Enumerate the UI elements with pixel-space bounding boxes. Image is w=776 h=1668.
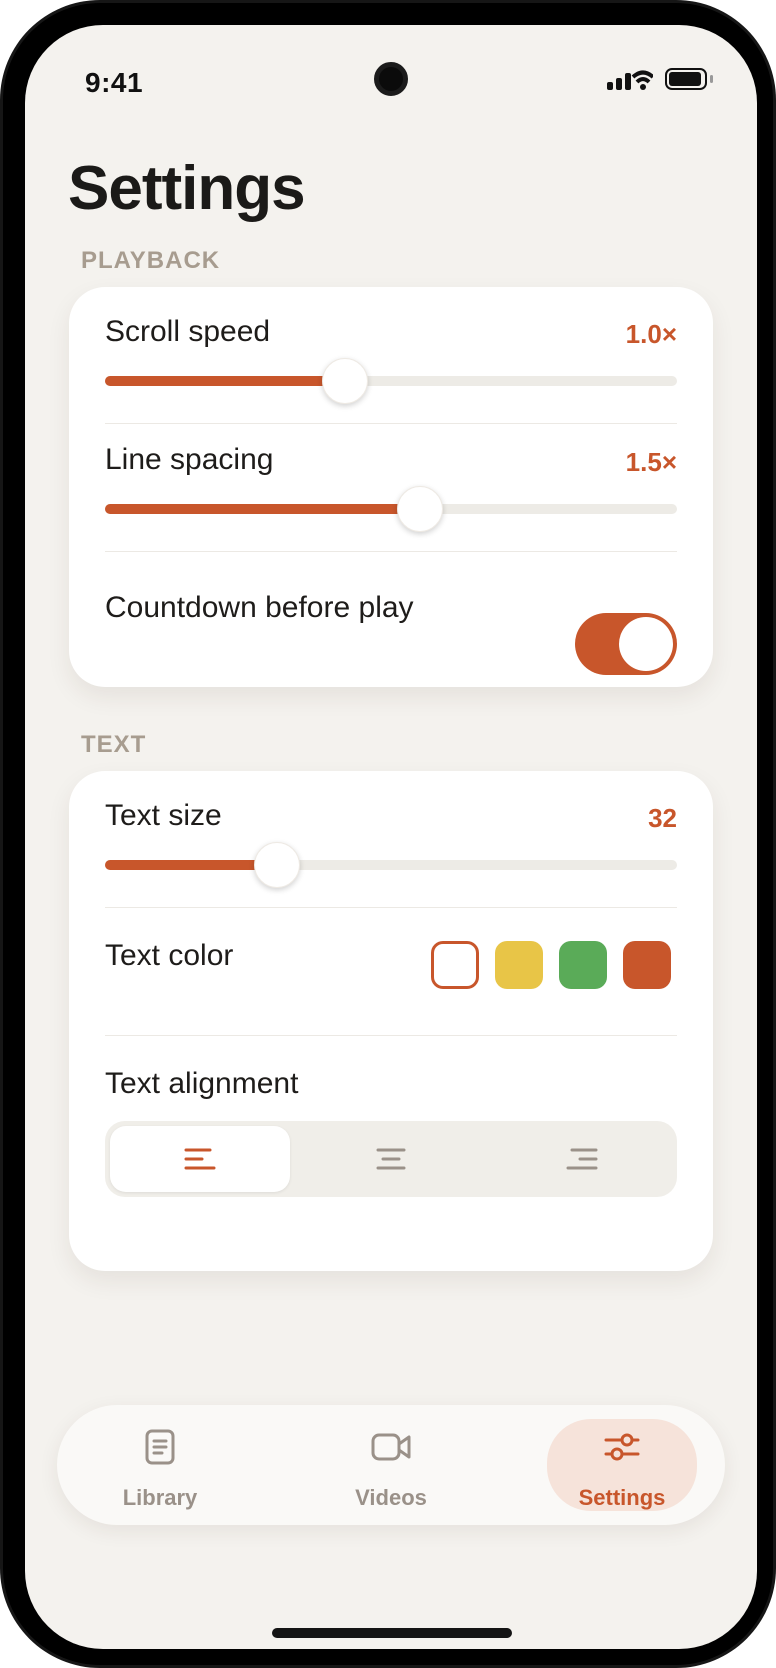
countdown-toggle[interactable] [575,613,677,675]
signal-icon [607,70,653,90]
video-camera-icon [371,1433,411,1461]
slider-fill [105,504,420,514]
color-swatch-green[interactable] [559,941,607,989]
device-frame: 9:41 Settings PLAYBACK Scroll speed 1.0×… [0,0,776,1668]
home-indicator [272,1628,512,1638]
slider-thumb[interactable] [322,358,369,404]
sliders-icon [604,1433,640,1461]
playback-card: Scroll speed 1.0× Line spacing 1.5× Coun… [69,287,713,687]
status-time: 9:41 [85,67,144,98]
tab-label: Settings [578,1485,666,1510]
tab-library[interactable]: Library [85,1419,235,1511]
slider-fill [105,376,346,386]
color-swatch-orange[interactable] [623,941,671,989]
tab-label: Videos [355,1485,427,1510]
tab-bar: Library Videos Settings [57,1405,725,1525]
line-spacing-label: Line spacing [105,443,274,476]
line-spacing-value: 1.5× [625,447,677,477]
slider-thumb[interactable] [396,486,443,532]
scroll-speed-value: 1.0× [625,319,677,349]
scroll-speed-label: Scroll speed [105,315,271,348]
divider [105,423,677,424]
status-icons [607,67,715,91]
tab-label: Library [122,1485,198,1510]
text-size-value: 32 [648,803,677,833]
align-left-option[interactable] [110,1126,290,1192]
screen: 9:41 Settings PLAYBACK Scroll speed 1.0×… [25,25,757,1649]
align-right-option[interactable] [492,1126,672,1192]
divider [105,551,677,552]
text-size-slider[interactable] [105,842,677,888]
text-size-label: Text size [105,799,222,832]
text-color-label: Text color [105,939,234,972]
color-swatch-yellow[interactable] [495,941,543,989]
device-bezel: 9:41 Settings PLAYBACK Scroll speed 1.0×… [3,3,773,1665]
front-camera [374,62,408,96]
toggle-knob [619,617,673,671]
page-title: Settings [68,154,306,223]
align-left-icon [184,1148,216,1170]
divider [105,907,677,908]
slider-thumb[interactable] [253,842,300,888]
countdown-label: Countdown before play [105,591,414,624]
tab-videos[interactable]: Videos [316,1419,466,1511]
document-icon [145,1429,175,1465]
section-label-playback: PLAYBACK [81,247,221,274]
color-swatch-white[interactable] [431,941,479,989]
align-center-icon [376,1148,406,1170]
align-center-option[interactable] [301,1126,481,1192]
scroll-speed-slider[interactable] [105,358,677,404]
line-spacing-slider[interactable] [105,486,677,532]
text-alignment-control [105,1121,677,1197]
section-label-text: TEXT [81,731,147,758]
slider-fill [105,860,277,870]
tab-settings[interactable]: Settings [547,1419,697,1511]
text-card: Text size 32 Text color Text alignment [69,771,713,1271]
battery-icon [665,68,713,90]
text-alignment-label: Text alignment [105,1067,299,1100]
divider [105,1035,677,1036]
align-right-icon [566,1148,598,1170]
